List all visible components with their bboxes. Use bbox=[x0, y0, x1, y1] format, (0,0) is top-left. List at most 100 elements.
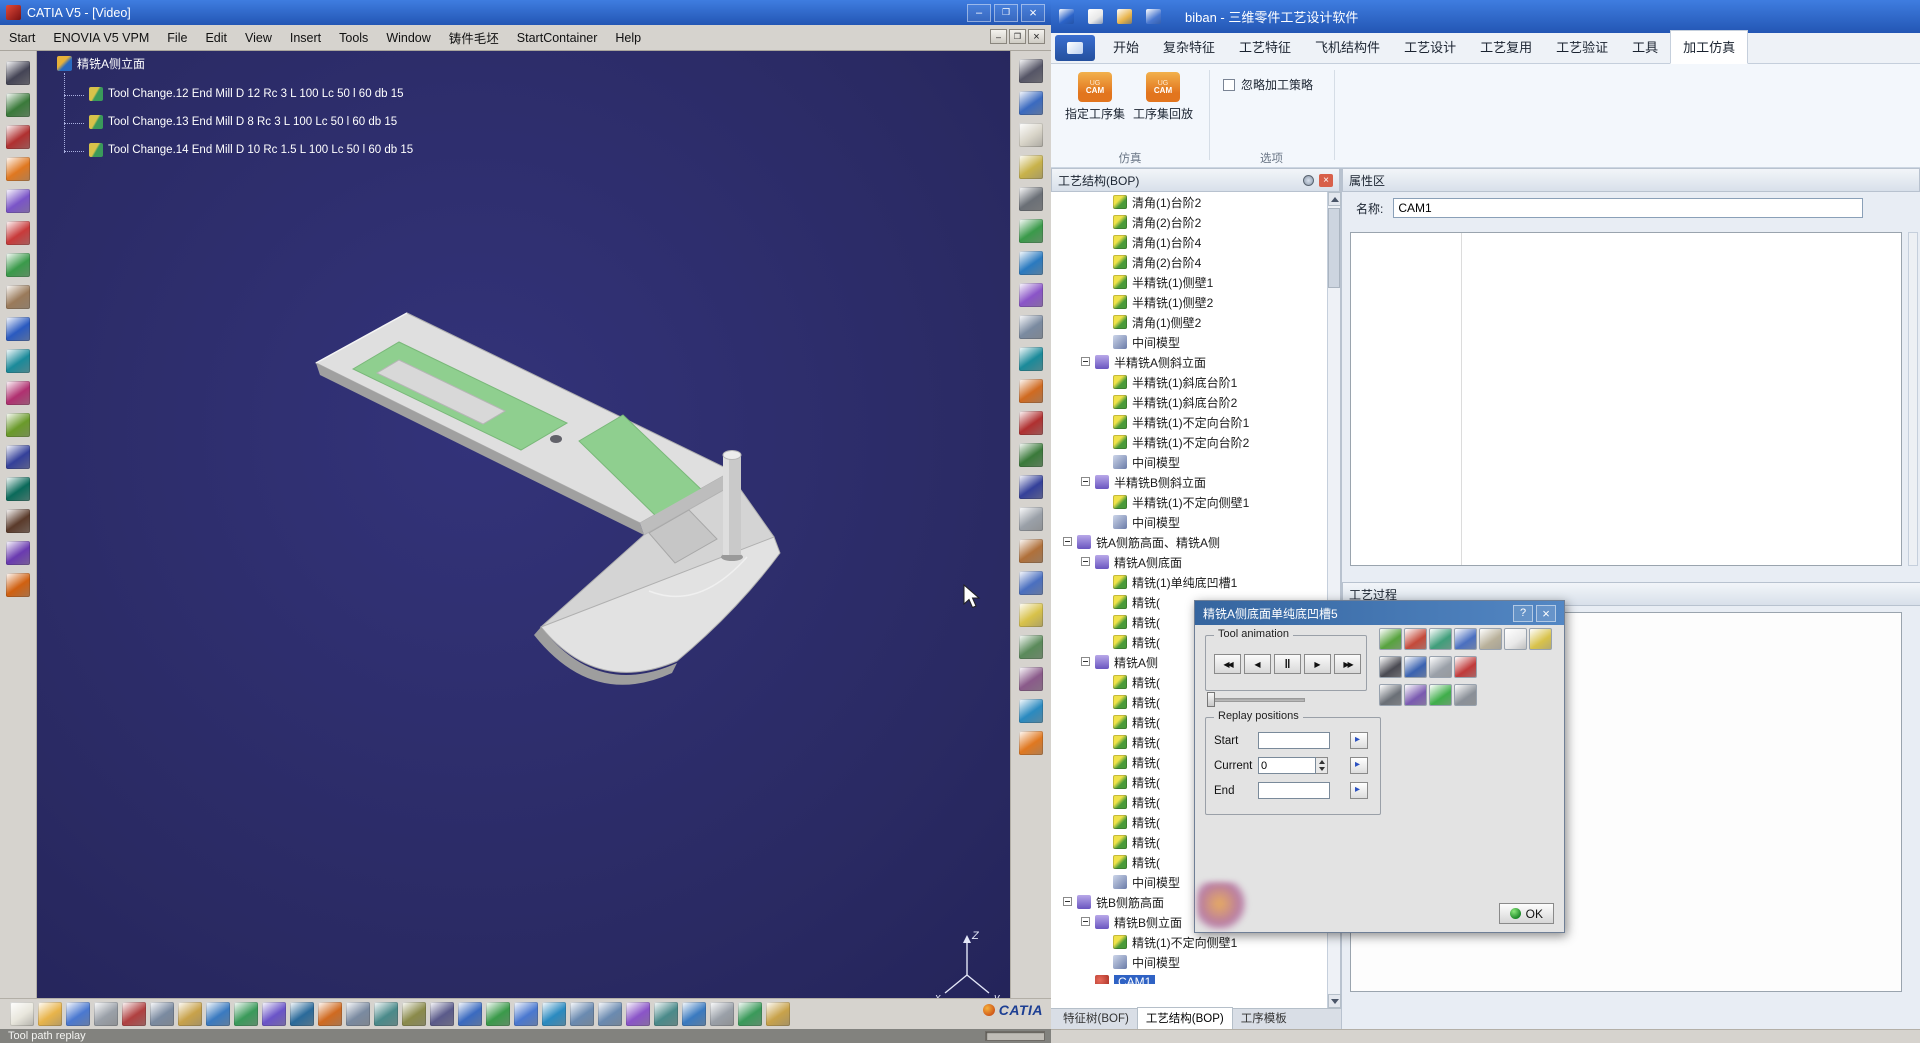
properties-list[interactable] bbox=[1350, 232, 1902, 566]
tree-item[interactable]: 半精铣(1)斜底台阶1 bbox=[1051, 372, 1328, 392]
end-browse-button[interactable] bbox=[1350, 782, 1368, 799]
layers-icon[interactable] bbox=[1019, 635, 1043, 659]
formula-icon[interactable] bbox=[290, 1002, 314, 1026]
pan-view-icon[interactable] bbox=[1019, 91, 1043, 115]
menu-item[interactable]: Edit bbox=[196, 28, 236, 48]
align-icon[interactable] bbox=[402, 1002, 426, 1026]
redo-icon[interactable] bbox=[234, 1002, 258, 1026]
delete-icon[interactable] bbox=[1454, 656, 1477, 678]
tree-item[interactable]: 半精铣(1)不定向台阶1 bbox=[1051, 412, 1328, 432]
scroll-thumb[interactable] bbox=[1328, 208, 1340, 288]
menu-item[interactable]: Help bbox=[606, 28, 650, 48]
tree-item[interactable]: 精铣(1)不定向侧壁1 bbox=[1051, 932, 1328, 952]
name-input[interactable] bbox=[1393, 198, 1863, 218]
tree-item[interactable]: 清角(2)台阶2 bbox=[1051, 212, 1328, 232]
menu-item[interactable]: Insert bbox=[281, 28, 330, 48]
rotate-icon[interactable] bbox=[542, 1002, 566, 1026]
close-button[interactable] bbox=[1021, 4, 1045, 22]
menu-item[interactable]: StartContainer bbox=[508, 28, 607, 48]
expander-icon[interactable] bbox=[1081, 557, 1090, 566]
tree-item[interactable]: 中间模型 bbox=[1051, 452, 1328, 472]
snap-icon[interactable] bbox=[430, 1002, 454, 1026]
tree-item[interactable]: 清角(1)侧壁2 bbox=[1051, 312, 1328, 332]
hide-show-icon[interactable] bbox=[738, 1002, 762, 1026]
app-menu-button[interactable] bbox=[1055, 35, 1095, 61]
new-icon[interactable] bbox=[1088, 9, 1103, 24]
shaded-view-icon[interactable] bbox=[1019, 251, 1043, 275]
menu-item[interactable]: View bbox=[236, 28, 281, 48]
measure-icon[interactable] bbox=[1019, 411, 1043, 435]
tree-item[interactable]: 清角(1)台阶4 bbox=[1051, 232, 1328, 252]
dialog-titlebar[interactable]: 精铣A侧底面单纯底凹槽5 ? bbox=[1195, 601, 1564, 625]
grid-icon[interactable] bbox=[346, 1002, 370, 1026]
maximize-button[interactable] bbox=[994, 4, 1018, 22]
open-icon[interactable] bbox=[1117, 9, 1132, 24]
tree-item[interactable]: CAM1 bbox=[1051, 972, 1328, 984]
ribbon-tab[interactable]: 工具 bbox=[1620, 31, 1670, 63]
step-back-icon[interactable] bbox=[1244, 654, 1271, 674]
pocketing-icon[interactable] bbox=[6, 317, 30, 341]
axis-icon[interactable] bbox=[1019, 475, 1043, 499]
multi-axis-icon[interactable] bbox=[6, 477, 30, 501]
expander-icon[interactable] bbox=[1063, 897, 1072, 906]
save-icon[interactable] bbox=[1146, 9, 1161, 24]
grid-icon[interactable] bbox=[1019, 315, 1043, 339]
film-icon[interactable] bbox=[1404, 684, 1427, 706]
mdi-restore-button[interactable] bbox=[1009, 29, 1026, 44]
assign-opset-button[interactable]: UG CAM 指定工序集 bbox=[1063, 72, 1127, 122]
print-icon[interactable] bbox=[94, 1002, 118, 1026]
copy-icon[interactable] bbox=[1429, 656, 1452, 678]
accept-icon[interactable] bbox=[1429, 684, 1452, 706]
new-file-icon[interactable] bbox=[10, 1002, 34, 1026]
minimize-button[interactable] bbox=[967, 4, 991, 22]
table-icon[interactable] bbox=[374, 1002, 398, 1026]
toolpath-replay-icon[interactable] bbox=[1379, 628, 1402, 650]
skip-end-icon[interactable] bbox=[1334, 654, 1361, 674]
replay-slider-thumb[interactable] bbox=[1207, 692, 1215, 707]
window-icon[interactable] bbox=[1059, 9, 1074, 24]
ribbon-tab[interactable]: 飞机结构件 bbox=[1303, 31, 1392, 63]
end-input[interactable] bbox=[1258, 782, 1330, 799]
scroll-down-icon[interactable] bbox=[1328, 994, 1341, 1008]
open-file-icon[interactable] bbox=[38, 1002, 62, 1026]
stock-icon[interactable] bbox=[6, 285, 30, 309]
tree-item[interactable]: 铣A侧筋高面、精铣A侧 bbox=[1051, 532, 1328, 552]
clipboard-icon[interactable] bbox=[1479, 628, 1502, 650]
catalog-icon[interactable] bbox=[6, 157, 30, 181]
expander-icon[interactable] bbox=[1081, 917, 1090, 926]
sketcher-icon[interactable] bbox=[1019, 379, 1043, 403]
tree-item[interactable]: 半精铣(1)不定向台阶2 bbox=[1051, 432, 1328, 452]
expander-icon[interactable] bbox=[1063, 537, 1072, 546]
facing-icon[interactable] bbox=[6, 349, 30, 373]
expander-icon[interactable] bbox=[1081, 477, 1090, 486]
roughing-icon[interactable] bbox=[6, 445, 30, 469]
measure-icon[interactable] bbox=[766, 1002, 790, 1026]
tool-axis-icon[interactable] bbox=[1404, 628, 1427, 650]
replay-slider-track[interactable] bbox=[1209, 698, 1305, 702]
simulate-icon[interactable] bbox=[6, 253, 30, 277]
zoom-out-icon[interactable] bbox=[598, 1002, 622, 1026]
pause-icon[interactable] bbox=[1274, 654, 1301, 674]
wireframe-icon[interactable] bbox=[710, 1002, 734, 1026]
camera-capture-icon[interactable] bbox=[1019, 187, 1043, 211]
zoom-in-icon[interactable] bbox=[570, 1002, 594, 1026]
tree-item[interactable]: 中间模型 bbox=[1051, 512, 1328, 532]
cursor-icon[interactable] bbox=[1019, 59, 1043, 83]
menu-item[interactable]: ENOVIA V5 VPM bbox=[44, 28, 158, 48]
mdi-minimize-button[interactable] bbox=[990, 29, 1007, 44]
current-browse-button[interactable] bbox=[1350, 757, 1368, 774]
insert-operation-icon[interactable] bbox=[6, 221, 30, 245]
pan-icon[interactable] bbox=[514, 1002, 538, 1026]
panel-close-icon[interactable] bbox=[1319, 174, 1333, 187]
save-icon[interactable] bbox=[66, 1002, 90, 1026]
copy-icon[interactable] bbox=[150, 1002, 174, 1026]
pen-icon[interactable] bbox=[318, 1002, 342, 1026]
expander-icon[interactable] bbox=[1081, 657, 1090, 666]
pin-icon[interactable] bbox=[1303, 175, 1314, 186]
menu-item[interactable]: Window bbox=[377, 28, 439, 48]
menu-item[interactable]: 铸件毛坯 bbox=[440, 25, 508, 50]
ribbon-tab[interactable]: 工艺验证 bbox=[1544, 31, 1620, 63]
fit-all-icon[interactable] bbox=[486, 1002, 510, 1026]
scissors-icon[interactable] bbox=[1019, 507, 1043, 531]
tree-item[interactable]: 清角(1)台阶2 bbox=[1051, 192, 1328, 212]
